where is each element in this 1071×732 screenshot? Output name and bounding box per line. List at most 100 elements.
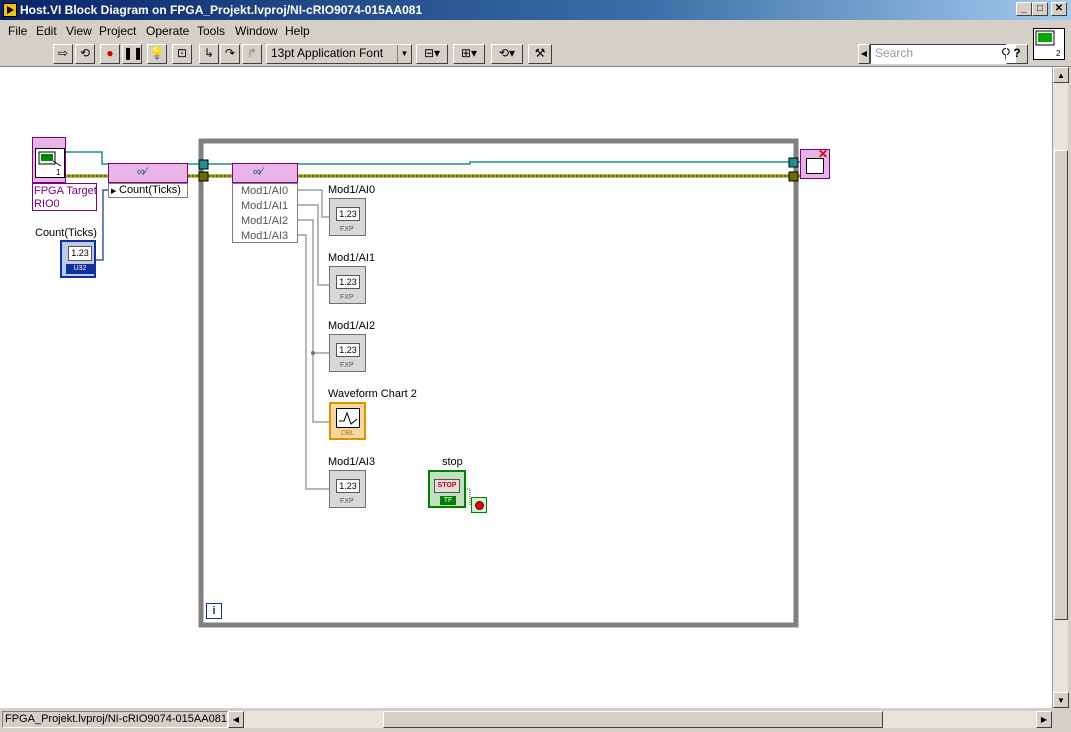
context-path: FPGA_Projekt.lvproj/NI-cRIO9074-015AA081 (2, 711, 228, 728)
status-bar: FPGA_Projekt.lvproj/NI-cRIO9074-015AA081… (0, 708, 1071, 732)
step-out-icon[interactable]: ↱ (242, 44, 262, 64)
block-diagram[interactable]: 1 FPGA Target RIO0 Count(Ticks) 1.23 U32… (0, 67, 1052, 708)
indicator-ai0[interactable]: 1.23 FXP (329, 198, 366, 236)
waveform-chart-type: DBL (341, 430, 355, 437)
count-ticks-control-label: Count(Ticks) (35, 227, 97, 239)
stop-type: TF (440, 496, 456, 505)
error-tunnel-out[interactable] (788, 171, 799, 182)
menu-window[interactable]: Window (235, 24, 278, 38)
scroll-up-icon[interactable]: ▲ (1053, 67, 1069, 83)
font-select-value: 13pt Application Font (271, 46, 384, 60)
distribute-objects-icon[interactable]: ⊞▾ (453, 44, 485, 64)
indicator-label-ai0: Mod1/AI0 (328, 184, 376, 196)
close-button[interactable]: ✕ (1051, 2, 1067, 16)
indicator-type: FXP (340, 498, 354, 505)
input-arrow-icon: ▶ (111, 188, 117, 195)
error-tunnel-in[interactable] (198, 171, 209, 182)
step-into-icon[interactable]: ↳ (199, 44, 219, 64)
read-write-item[interactable]: Mod1/AI0 (241, 185, 288, 197)
indicator-value: 1.23 (336, 275, 360, 289)
font-select[interactable]: 13pt Application Font ▼ (266, 44, 412, 64)
indicator-ai3[interactable]: 1.23 FXP (329, 470, 366, 508)
menu-view[interactable]: View (66, 24, 92, 38)
loop-iteration-terminal[interactable]: i (206, 603, 222, 619)
align-objects-icon[interactable]: ⊟▾ (416, 44, 448, 64)
indicator-label-ai3: Mod1/AI3 (328, 456, 376, 468)
pause-icon[interactable]: ❚❚ (122, 44, 143, 64)
context-help-button[interactable]: ? (1006, 44, 1028, 64)
vertical-scrollbar[interactable]: ▲ ▼ (1052, 67, 1069, 708)
stop-button-face: STOP (434, 479, 460, 493)
count-ticks-control[interactable]: 1.23 U32 (60, 240, 96, 278)
toolbar: ⇨ ⟲ ● ❚❚ 💡 ⊡ ↳ ↷ ↱ 13pt Application Font… (0, 41, 1071, 67)
reorder-icon[interactable]: ⟲▾ (491, 44, 523, 64)
reference-tunnel-in[interactable] (198, 159, 209, 170)
indicator-type: FXP (340, 294, 354, 301)
property-node-glasses-icon: ∞⁄ (137, 166, 147, 178)
waveform-chart-label: Waveform Chart 2 (328, 388, 417, 400)
fpga-target-resource-label: RIO0 (34, 198, 60, 210)
indicator-label-ai2: Mod1/AI2 (328, 320, 376, 332)
vertical-scroll-thumb[interactable] (1054, 150, 1068, 620)
fpga-close-icon (806, 158, 824, 174)
read-write-item[interactable]: Mod1/AI1 (241, 200, 288, 212)
minimize-button[interactable]: _ (1016, 2, 1032, 16)
read-write-glasses-icon: ∞⁄ (253, 166, 263, 178)
step-over-icon[interactable]: ↷ (220, 44, 240, 64)
close-fpga-reference-node[interactable]: ✕ (800, 147, 830, 179)
search-input[interactable]: Search ⚲ (870, 44, 1016, 64)
labview-app-icon (3, 3, 17, 17)
fpga-read-write-node-header[interactable]: ∞⁄ (232, 163, 298, 183)
scroll-down-icon[interactable]: ▼ (1053, 692, 1069, 708)
count-ticks-property-label: Count(Ticks) (119, 184, 181, 196)
read-write-item[interactable]: Mod1/AI3 (241, 230, 288, 242)
menu-tools[interactable]: Tools (197, 24, 225, 38)
fpga-target-icon: 1 (35, 148, 65, 178)
svg-text:1: 1 (56, 168, 61, 177)
clean-up-diagram-icon[interactable]: ⚒ (528, 44, 552, 64)
svg-text:2: 2 (1056, 49, 1061, 58)
menu-project[interactable]: Project (99, 24, 136, 38)
fpga-target-label: FPGA Target (34, 185, 97, 197)
menu-bar: File Edit View Project Operate Tools Win… (0, 20, 1071, 41)
waveform-chart-terminal[interactable]: DBL (329, 402, 366, 440)
stop-label: stop (442, 456, 463, 468)
open-fpga-reference-node[interactable]: 1 (32, 137, 66, 183)
count-ticks-value: 1.23 (68, 246, 92, 261)
indicator-value: 1.23 (336, 343, 360, 357)
horizontal-scroll-thumb[interactable] (383, 711, 883, 728)
menu-file[interactable]: File (8, 24, 27, 38)
menu-help[interactable]: Help (285, 24, 310, 38)
indicator-value: 1.23 (336, 479, 360, 493)
fpga-target-label-box: FPGA Target RIO0 (32, 183, 97, 211)
retain-wire-values-icon[interactable]: ⊡ (172, 44, 192, 64)
stop-if-true-icon (475, 501, 484, 510)
maximize-button[interactable]: □ (1032, 2, 1048, 16)
waveform-chart-icon (336, 408, 360, 428)
indicator-ai2[interactable]: 1.23 FXP (329, 334, 366, 372)
read-write-item[interactable]: Mod1/AI2 (241, 215, 288, 227)
indicator-value: 1.23 (336, 207, 360, 221)
loop-condition-terminal[interactable] (471, 497, 487, 513)
menu-edit[interactable]: Edit (36, 24, 57, 38)
menu-operate[interactable]: Operate (146, 24, 189, 38)
count-ticks-type: U32 (66, 264, 94, 274)
run-continuously-icon[interactable]: ⟲ (75, 44, 95, 64)
abort-icon[interactable]: ● (100, 44, 120, 64)
count-ticks-property-item[interactable]: Count(Ticks) ▶ (108, 183, 188, 198)
vi-icon[interactable]: 2 (1033, 28, 1065, 60)
indicator-type: FXP (340, 362, 354, 369)
horizontal-scrollbar[interactable]: ◀ ▶ (228, 711, 1052, 728)
fpga-property-node-header[interactable]: ∞⁄ (108, 163, 188, 183)
reference-tunnel-out[interactable] (788, 157, 799, 168)
run-icon[interactable]: ⇨ (53, 44, 73, 64)
chevron-down-icon: ▼ (397, 45, 411, 63)
indicator-ai1[interactable]: 1.23 FXP (329, 266, 366, 304)
stop-control[interactable]: STOP TF (428, 470, 466, 508)
highlight-execution-icon[interactable]: 💡 (147, 44, 167, 64)
search-expand-icon[interactable]: ◀ (858, 44, 870, 64)
search-placeholder: Search (875, 46, 914, 60)
scroll-right-icon[interactable]: ▶ (1036, 711, 1052, 728)
read-write-items-list[interactable]: Mod1/AI0 Mod1/AI1 Mod1/AI2 Mod1/AI3 (232, 183, 298, 243)
scroll-left-icon[interactable]: ◀ (228, 711, 244, 728)
